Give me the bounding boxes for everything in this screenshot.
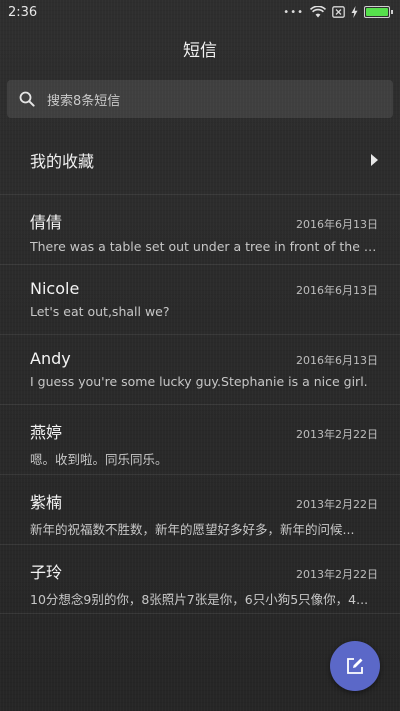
list-item[interactable]: Andy 2016年6月13日 I guess you're some luck… xyxy=(0,334,400,404)
favorites-label: 我的收藏 xyxy=(30,152,95,171)
status-icons: ••• xyxy=(283,6,393,18)
contact-name: Andy xyxy=(30,349,71,368)
message-preview: There was a table set out under a tree i… xyxy=(30,239,378,254)
contact-name: 倩倩 xyxy=(30,213,63,232)
message-list: 倩倩 2016年6月13日 There was a table set out … xyxy=(0,194,400,614)
list-item[interactable]: 紫楠 2013年2月22日 新年的祝福数不胜数，新年的愿望好多好多，新年的问候.… xyxy=(0,474,400,544)
list-item[interactable]: 倩倩 2016年6月13日 There was a table set out … xyxy=(0,194,400,264)
message-date: 2013年2月22日 xyxy=(296,428,378,441)
battery-icon xyxy=(364,6,393,18)
contact-name: 子玲 xyxy=(30,563,63,582)
search-input[interactable]: 搜索8条短信 xyxy=(7,80,393,118)
status-bar: 2:36 ••• xyxy=(0,0,400,24)
message-preview: 新年的祝福数不胜数，新年的愿望好多好多，新年的问候... xyxy=(30,522,355,537)
contact-name: 燕婷 xyxy=(30,423,63,442)
page-title: 短信 xyxy=(183,41,217,61)
message-preview: Let's eat out,shall we? xyxy=(30,304,170,319)
search-icon xyxy=(19,91,35,107)
no-sim-icon xyxy=(332,6,345,18)
message-preview: I guess you're some lucky guy.Stephanie … xyxy=(30,374,368,389)
compose-icon xyxy=(347,658,363,674)
message-date: 2013年2月22日 xyxy=(296,568,378,581)
status-time: 2:36 xyxy=(8,4,38,20)
wifi-icon xyxy=(310,6,326,18)
dots-icon: ••• xyxy=(283,6,304,18)
message-date: 2016年6月13日 xyxy=(296,284,378,297)
list-item[interactable]: 子玲 2013年2月22日 10分想念9别的你，8张照片7张是你，6只小狗5只像… xyxy=(0,544,400,614)
search-placeholder: 搜索8条短信 xyxy=(47,93,121,109)
favorites-row[interactable]: 我的收藏 xyxy=(0,142,400,178)
message-date: 2013年2月22日 xyxy=(296,498,378,511)
list-item[interactable]: Nicole 2016年6月13日 Let's eat out,shall we… xyxy=(0,264,400,334)
charging-icon xyxy=(351,6,358,18)
contact-name: Nicole xyxy=(30,279,80,298)
message-preview: 嗯。收到啦。同乐同乐。 xyxy=(30,452,168,467)
message-preview: 10分想念9别的你，8张照片7张是你，6只小狗5只像你，4... xyxy=(30,592,369,607)
compose-button[interactable] xyxy=(330,641,380,691)
contact-name: 紫楠 xyxy=(30,493,63,512)
list-item[interactable]: 燕婷 2013年2月22日 嗯。收到啦。同乐同乐。 xyxy=(0,404,400,474)
message-date: 2016年6月13日 xyxy=(296,218,378,231)
message-date: 2016年6月13日 xyxy=(296,354,378,367)
chevron-right-icon xyxy=(371,154,378,166)
